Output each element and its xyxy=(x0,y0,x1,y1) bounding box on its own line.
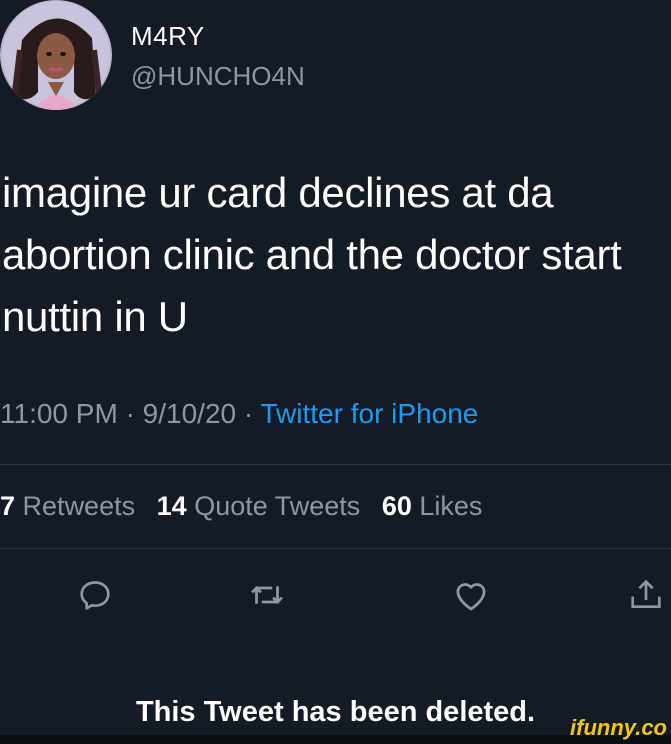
likes-stat[interactable]: 60 Likes xyxy=(382,491,483,521)
divider xyxy=(0,548,671,549)
avatar-image xyxy=(0,0,112,110)
tweet-stats: 7 Retweets 14 Quote Tweets 60 Likes xyxy=(0,488,482,524)
divider xyxy=(0,464,671,465)
share-icon xyxy=(631,579,661,608)
action-bar xyxy=(0,570,671,620)
like-icon xyxy=(456,583,486,611)
display-name[interactable]: M4RY xyxy=(131,20,205,52)
quotes-count: 14 xyxy=(156,491,187,521)
quotes-stat[interactable]: 14 Quote Tweets xyxy=(157,491,361,521)
tweet-text: imagine ur card declines at da abortion … xyxy=(2,169,622,340)
tweet-date[interactable]: 9/10/20 xyxy=(143,398,236,429)
share-button[interactable] xyxy=(621,570,671,620)
retweets-count: 7 xyxy=(0,491,16,521)
meta-separator: · xyxy=(243,398,254,429)
like-button[interactable] xyxy=(446,570,496,620)
retweets-label: Retweets xyxy=(22,491,136,521)
tweet-time: 11:00 PM xyxy=(0,398,118,429)
reply-icon xyxy=(80,581,110,610)
likes-count: 60 xyxy=(381,491,412,521)
likes-label: Likes xyxy=(419,491,483,521)
avatar[interactable] xyxy=(0,0,112,110)
tweet-meta: 11:00 PM · 9/10/20 · Twitter for iPhone xyxy=(0,396,478,432)
ifunny-watermark: ifunny.co xyxy=(570,715,667,740)
quotes-label: Quote Tweets xyxy=(194,491,361,521)
meta-separator: · xyxy=(125,398,135,429)
user-handle[interactable]: @HUNCHO4N xyxy=(131,60,305,92)
reply-button[interactable] xyxy=(70,570,120,620)
retweets-stat[interactable]: 7 Retweets xyxy=(0,491,135,521)
retweet-icon xyxy=(251,586,283,604)
tweet-source-link[interactable]: Twitter for iPhone xyxy=(260,398,478,429)
retweet-button[interactable] xyxy=(242,570,292,620)
